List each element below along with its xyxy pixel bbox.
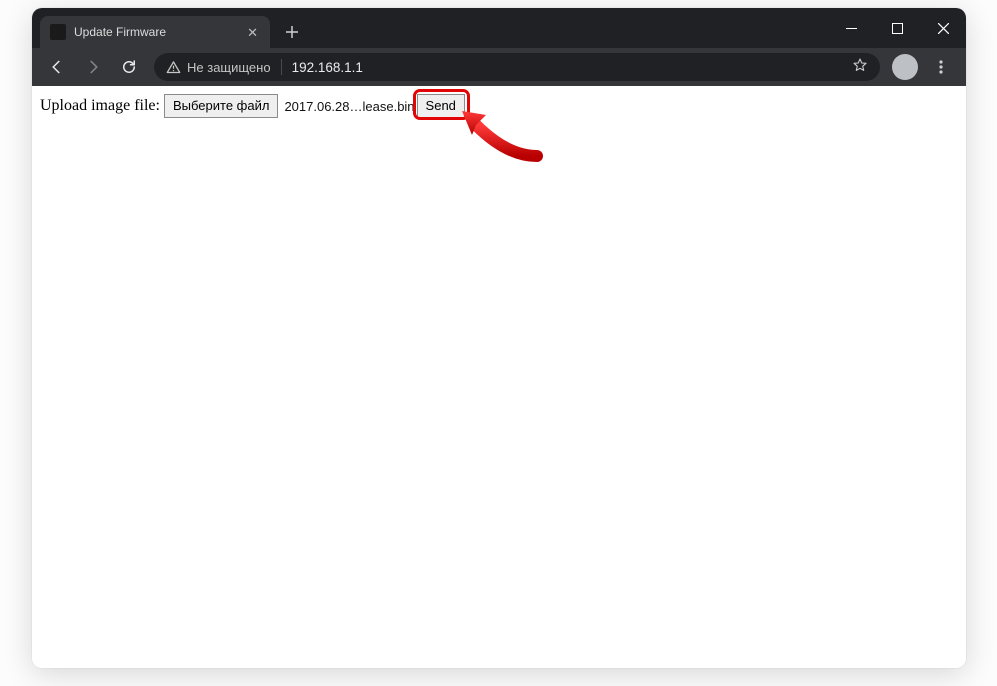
address-bar: Не защищено 192.168.1.1 bbox=[32, 48, 966, 86]
menu-button[interactable] bbox=[924, 52, 958, 82]
kebab-icon bbox=[933, 59, 949, 75]
selected-file-name: 2017.06.28…lease.bin bbox=[284, 99, 414, 114]
url-bar[interactable]: Не защищено 192.168.1.1 bbox=[154, 53, 880, 81]
choose-file-button[interactable]: Выберите файл bbox=[164, 94, 278, 118]
profile-avatar[interactable] bbox=[888, 52, 922, 82]
upload-form: Upload image file: Выберите файл 2017.06… bbox=[32, 86, 966, 126]
tab-title: Update Firmware bbox=[74, 25, 237, 39]
bookmark-star-icon[interactable] bbox=[852, 57, 868, 78]
url-text: 192.168.1.1 bbox=[292, 60, 363, 75]
favicon-icon bbox=[50, 24, 66, 40]
window-controls bbox=[828, 8, 966, 48]
warning-icon bbox=[166, 60, 181, 75]
minimize-button[interactable] bbox=[828, 8, 874, 48]
maximize-button[interactable] bbox=[874, 8, 920, 48]
divider bbox=[281, 59, 282, 75]
browser-window: Update Firmware ✕ bbox=[32, 8, 966, 668]
avatar-icon bbox=[892, 54, 918, 80]
reload-button[interactable] bbox=[112, 52, 146, 82]
close-tab-icon[interactable]: ✕ bbox=[245, 24, 260, 41]
title-bar: Update Firmware ✕ bbox=[32, 8, 966, 48]
security-label: Не защищено bbox=[187, 60, 271, 75]
send-button[interactable]: Send bbox=[417, 94, 465, 118]
tabs-area: Update Firmware ✕ bbox=[32, 16, 828, 48]
close-window-button[interactable] bbox=[920, 8, 966, 48]
upload-label: Upload image file: bbox=[40, 97, 160, 115]
browser-tab[interactable]: Update Firmware ✕ bbox=[40, 16, 270, 48]
new-tab-button[interactable] bbox=[278, 18, 306, 46]
back-button[interactable] bbox=[40, 52, 74, 82]
security-status[interactable]: Не защищено bbox=[166, 60, 271, 75]
page-viewport: Upload image file: Выберите файл 2017.06… bbox=[32, 86, 966, 668]
forward-button[interactable] bbox=[76, 52, 110, 82]
